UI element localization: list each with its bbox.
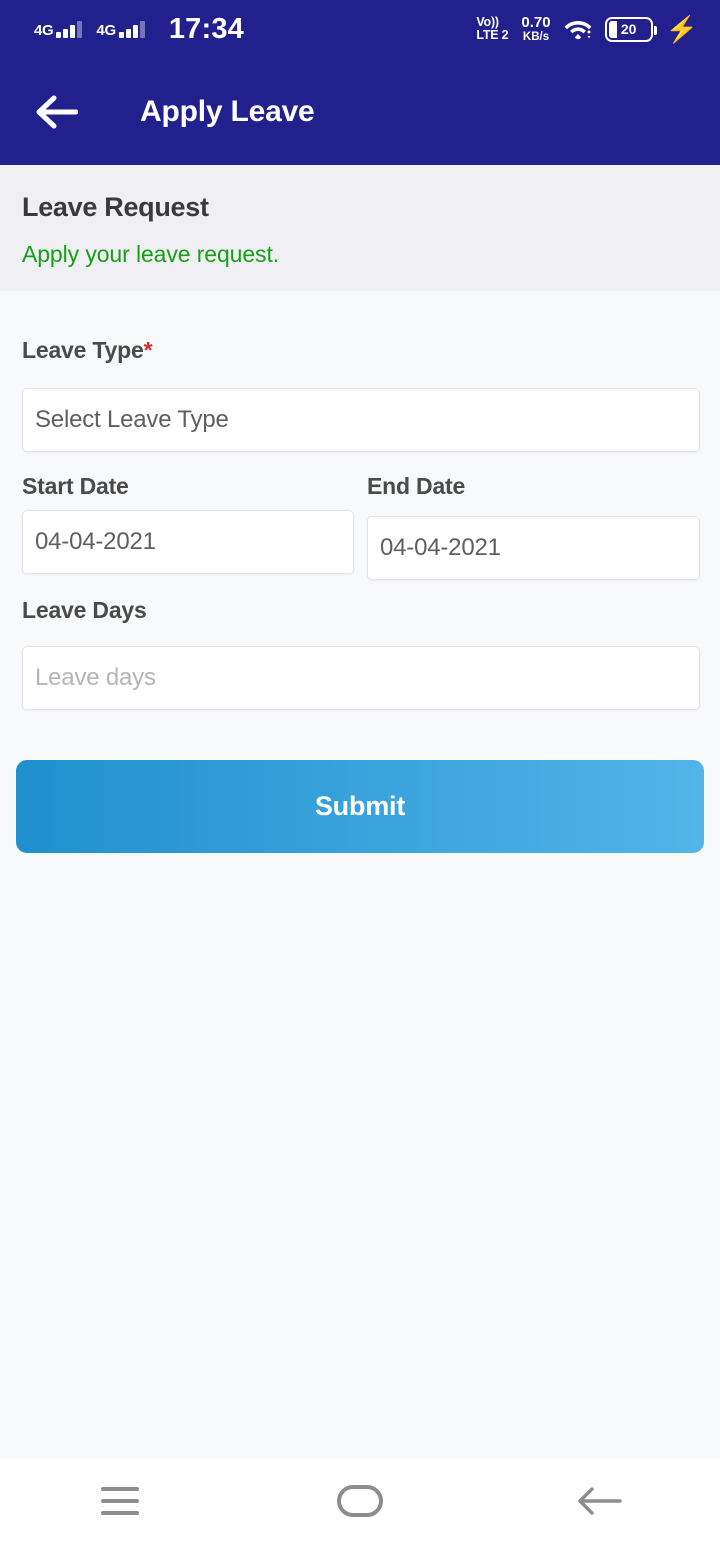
signal-indicator-sim1: 4G: [34, 20, 83, 39]
signal-bars-icon-sim2: [118, 20, 145, 38]
header-card-subtitle: Apply your leave request.: [22, 241, 280, 267]
leave-type-label-text: Leave Type: [22, 337, 144, 363]
leave-type-value: Select Leave Type: [35, 406, 229, 433]
wifi-icon: [564, 21, 592, 40]
status-bar-left: 4G 4G 17:34: [34, 12, 245, 45]
start-date-input[interactable]: 04-04-2021: [22, 510, 354, 574]
network-type-label-sim1: 4G: [34, 21, 54, 39]
status-bar-clock: 17:34: [168, 12, 245, 45]
volte-indicator: Vo)) LTE 2: [476, 16, 508, 42]
submit-button[interactable]: Submit: [16, 760, 704, 853]
battery-fill: [608, 20, 617, 38]
app-bar: Apply Leave: [0, 58, 720, 165]
end-date-input[interactable]: 04-04-2021: [367, 516, 700, 580]
android-navigation-bar: [0, 1458, 720, 1544]
signal-indicator-sim2: 4G: [96, 20, 145, 39]
leave-request-header-card: Leave Request Apply your leave request.: [0, 165, 720, 291]
network-speed-value: 0.70: [521, 14, 551, 32]
volte-label-bottom: LTE 2: [476, 28, 509, 42]
header-card-title: Leave Request: [22, 192, 209, 222]
required-asterisk: *: [143, 337, 153, 363]
leave-days-input[interactable]: Leave days: [22, 646, 700, 710]
leave-days-label: Leave Days: [22, 597, 147, 623]
network-speed-unit: KB/s: [522, 30, 550, 43]
nav-back-button[interactable]: [545, 1458, 655, 1544]
page-title: Apply Leave: [140, 94, 315, 128]
battery-percent-label: 20: [620, 21, 637, 37]
leave-type-label: Leave Type*: [22, 337, 153, 364]
leave-days-value: Leave days: [35, 664, 156, 691]
home-button[interactable]: [305, 1458, 415, 1544]
battery-indicator: 20: [604, 16, 657, 42]
status-bar: 4G 4G 17:34 Vo)) LTE 2 0.70 KB/s 20 ⚡: [0, 0, 720, 58]
lightning-bolt-icon: ⚡: [665, 14, 698, 44]
network-type-label-sim2: 4G: [96, 21, 116, 39]
leave-request-form: Leave Type* Select Leave Type Start Date…: [0, 291, 720, 1458]
nav-back-arrow-icon: [578, 1487, 622, 1515]
end-date-label: End Date: [367, 473, 466, 499]
status-bar-right: Vo)) LTE 2 0.70 KB/s 20 ⚡: [476, 15, 698, 43]
start-date-value: 04-04-2021: [35, 528, 156, 555]
home-pill-icon: [337, 1485, 383, 1517]
hamburger-recents-icon: [101, 1487, 139, 1515]
app-root: 4G 4G 17:34 Vo)) LTE 2 0.70 KB/s 20 ⚡ Ap…: [0, 0, 720, 1544]
leave-type-select[interactable]: Select Leave Type: [22, 388, 700, 452]
end-date-value: 04-04-2021: [380, 534, 501, 561]
recents-button[interactable]: [65, 1458, 175, 1544]
back-arrow-icon[interactable]: [36, 94, 78, 130]
start-date-label: Start Date: [22, 473, 129, 499]
signal-bars-icon-sim1: [56, 20, 83, 38]
network-speed-indicator: 0.70 KB/s: [521, 15, 550, 43]
